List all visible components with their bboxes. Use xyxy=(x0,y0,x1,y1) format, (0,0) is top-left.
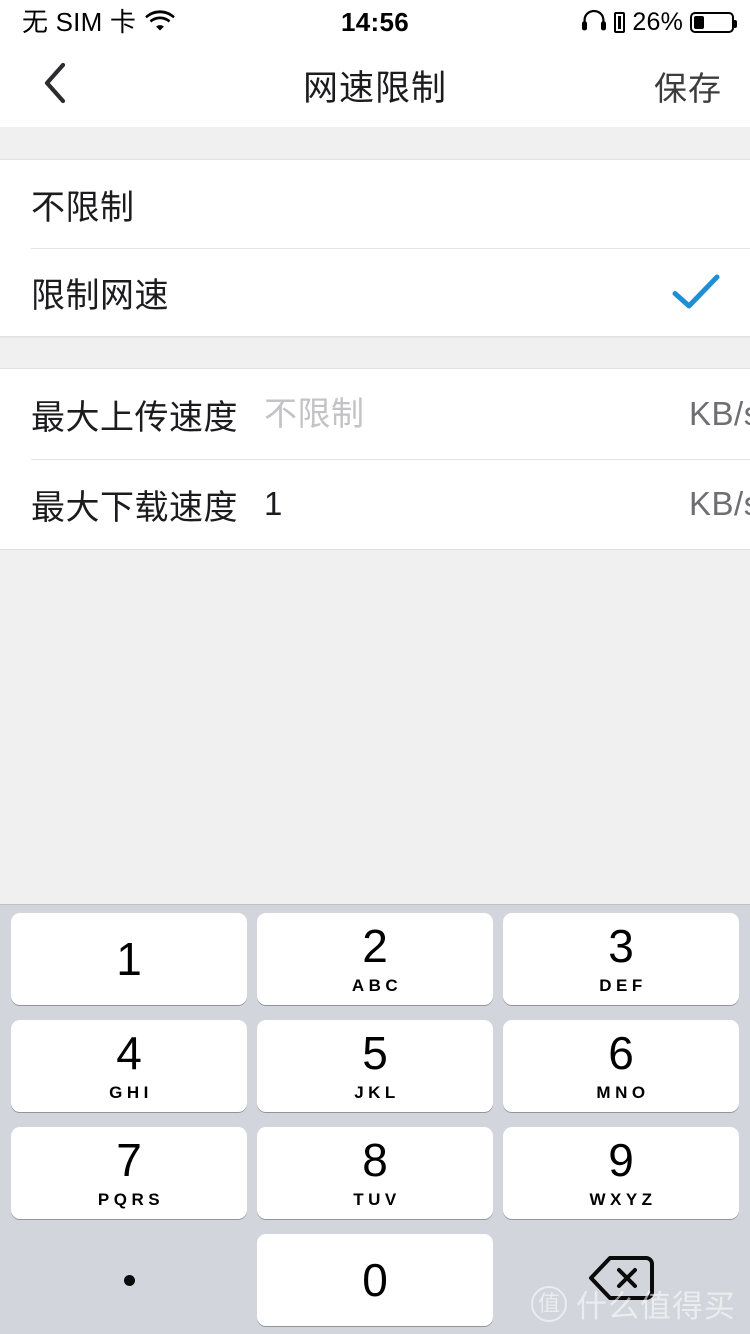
key-period[interactable] xyxy=(11,1234,247,1326)
key-digit: 2 xyxy=(362,923,388,969)
key-6[interactable]: 6 MNO xyxy=(503,1020,739,1112)
key-4[interactable]: 4 GHI xyxy=(11,1020,247,1112)
key-letters: JKL xyxy=(354,1083,400,1103)
option-row-limited[interactable]: 限制网速 xyxy=(0,248,750,336)
key-5[interactable]: 5 JKL xyxy=(257,1020,493,1112)
battery-percent-label: 26% xyxy=(632,8,683,37)
download-speed-input[interactable] xyxy=(264,485,689,523)
keyboard-row-2: 4 GHI 5 JKL 6 MNO xyxy=(0,1020,750,1120)
upload-speed-row[interactable]: 最大上传速度 KB/s xyxy=(0,369,750,459)
save-button[interactable]: 保存 xyxy=(654,44,722,127)
upload-speed-input[interactable] xyxy=(264,395,689,433)
download-speed-row[interactable]: 最大下载速度 KB/s xyxy=(0,459,750,549)
upload-speed-unit: KB/s xyxy=(689,395,750,433)
key-2[interactable]: 2 ABC xyxy=(257,913,493,1005)
navigation-bar: 网速限制 保存 xyxy=(0,44,750,127)
phone-screen: 无 SIM 卡 14:56 26% xyxy=(0,0,750,1334)
key-digit: 4 xyxy=(116,1030,142,1076)
key-delete[interactable] xyxy=(503,1234,739,1326)
headphone-battery-icon xyxy=(614,12,625,33)
upload-speed-label: 最大上传速度 xyxy=(31,390,238,439)
option-row-unlimited[interactable]: 不限制 xyxy=(0,160,750,248)
key-letters: DEF xyxy=(599,976,647,996)
checkmark-icon xyxy=(670,266,722,318)
status-bar: 无 SIM 卡 14:56 26% xyxy=(0,0,750,44)
key-digit: 7 xyxy=(116,1137,142,1183)
key-letters: MNO xyxy=(596,1083,649,1103)
page-title: 网速限制 xyxy=(0,44,750,127)
key-3[interactable]: 3 DEF xyxy=(503,913,739,1005)
battery-fill xyxy=(694,16,704,29)
key-letters: GHI xyxy=(109,1083,153,1103)
key-letters: TUV xyxy=(353,1190,401,1210)
speed-group-bottom-border xyxy=(0,549,750,550)
headphones-icon xyxy=(581,9,607,36)
key-digit: 9 xyxy=(608,1137,634,1183)
key-0[interactable]: 0 xyxy=(257,1234,493,1326)
key-letters: ABC xyxy=(352,976,402,996)
section-gap-middle xyxy=(0,337,750,369)
key-digit: 5 xyxy=(362,1030,388,1076)
key-letters: WXYZ xyxy=(589,1190,656,1210)
option-label: 不限制 xyxy=(31,180,135,229)
settings-content: 不限制 限制网速 最大上传速度 KB/s 最大下载速度 xyxy=(0,127,750,550)
option-label: 限制网速 xyxy=(31,268,169,317)
section-gap-top xyxy=(0,127,750,160)
battery-nub xyxy=(734,20,737,28)
mode-group: 不限制 限制网速 xyxy=(0,160,750,336)
period-dot-icon xyxy=(124,1275,135,1286)
keyboard-row-3: 7 PQRS 8 TUV 9 WXYZ xyxy=(0,1127,750,1227)
speed-group: 最大上传速度 KB/s 最大下载速度 KB/s xyxy=(0,369,750,549)
delete-backspace-icon xyxy=(588,1254,654,1307)
key-digit: 0 xyxy=(362,1257,388,1303)
key-7[interactable]: 7 PQRS xyxy=(11,1127,247,1219)
download-speed-label: 最大下载速度 xyxy=(31,480,238,529)
key-letters: PQRS xyxy=(98,1190,164,1210)
keyboard-row-1: 1 2 ABC 3 DEF xyxy=(0,913,750,1013)
key-9[interactable]: 9 WXYZ xyxy=(503,1127,739,1219)
key-digit: 3 xyxy=(608,923,634,969)
battery-icon xyxy=(690,12,734,33)
key-8[interactable]: 8 TUV xyxy=(257,1127,493,1219)
download-speed-unit: KB/s xyxy=(689,485,750,523)
key-1[interactable]: 1 xyxy=(11,913,247,1005)
key-digit: 6 xyxy=(608,1030,634,1076)
key-digit: 1 xyxy=(116,936,142,982)
keyboard-row-4: 0 xyxy=(0,1234,750,1334)
clock-label: 14:56 xyxy=(341,7,409,38)
numeric-keyboard: 1 2 ABC 3 DEF 4 GHI 5 JKL 6 MNO xyxy=(0,904,750,1334)
key-digit: 8 xyxy=(362,1137,388,1183)
status-bar-right: 26% xyxy=(581,0,734,44)
